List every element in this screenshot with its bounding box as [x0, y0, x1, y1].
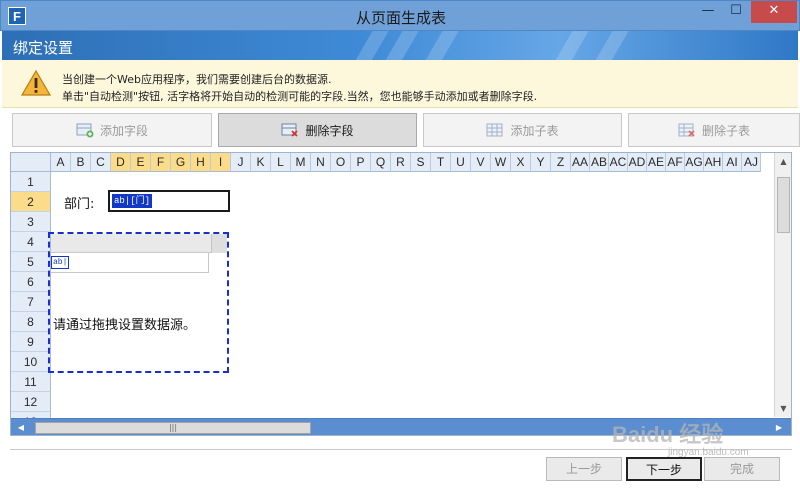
close-button[interactable]: ✕	[751, 1, 797, 23]
add-subtable-label: 添加子表	[510, 123, 559, 138]
row-header[interactable]: 12	[11, 392, 51, 412]
column-header[interactable]: U	[451, 153, 471, 172]
row-header[interactable]: 7	[11, 292, 51, 312]
column-header[interactable]: AE	[647, 153, 666, 172]
column-header[interactable]: B	[71, 153, 91, 172]
column-header[interactable]: R	[391, 153, 411, 172]
column-header[interactable]: Q	[371, 153, 391, 172]
spreadsheet-grid[interactable]: A B C D E F G H I J K L M N O P Q R S T U V W X Y Z AA AB AC AD AE AF AG…	[10, 152, 792, 436]
vertical-scrollbar[interactable]: ▲ ▼	[774, 153, 791, 417]
column-header[interactable]: AF	[666, 153, 685, 172]
toolbar: 添加字段 删除字段 添加子表 删除子表	[0, 113, 800, 149]
column-header[interactable]: AC	[609, 153, 628, 172]
column-header[interactable]: D	[111, 153, 131, 172]
column-header[interactable]: E	[131, 153, 151, 172]
column-header[interactable]: O	[331, 153, 351, 172]
row-header[interactable]: 11	[11, 372, 51, 392]
add-subtable-button[interactable]: 添加子表	[423, 113, 622, 147]
column-header[interactable]: AI	[723, 153, 742, 172]
row-header[interactable]: 1	[11, 172, 51, 192]
watermark-main-text: Baidu 经验	[612, 422, 724, 447]
column-header[interactable]: L	[271, 153, 291, 172]
vertical-scroll-thumb[interactable]	[777, 177, 790, 233]
column-header[interactable]: K	[251, 153, 271, 172]
add-field-button[interactable]: 添加字段	[12, 113, 212, 147]
subtable-drop-region[interactable]	[48, 232, 229, 373]
delete-field-label: 删除字段	[305, 123, 354, 138]
section-header: 绑定设置	[2, 31, 798, 60]
column-header[interactable]: P	[351, 153, 371, 172]
minimize-button[interactable]: —	[694, 1, 722, 23]
finish-button[interactable]: 完成	[704, 457, 780, 481]
scroll-left-arrow-icon[interactable]: ◀	[13, 419, 29, 435]
column-header[interactable]: W	[491, 153, 511, 172]
add-field-label: 添加字段	[99, 123, 148, 138]
column-header[interactable]: M	[291, 153, 311, 172]
row-header[interactable]: 8	[11, 312, 51, 332]
row-header[interactable]: 3	[11, 212, 51, 232]
column-header[interactable]: AJ	[742, 153, 761, 172]
info-panel: 当创建一个Web应用程序，我们需要创建后台的数据源. 单击"自动检测"按钮, 活…	[2, 60, 798, 108]
column-header[interactable]: F	[151, 153, 171, 172]
column-header[interactable]: H	[191, 153, 211, 172]
row-header[interactable]: 9	[11, 332, 51, 352]
maximize-button[interactable]: ☐	[722, 1, 750, 23]
grid-corner[interactable]	[11, 153, 51, 172]
column-header[interactable]: A	[51, 153, 71, 172]
row-header[interactable]: 2	[11, 192, 51, 212]
next-step-button[interactable]: 下一步	[626, 457, 702, 481]
column-header[interactable]: T	[431, 153, 451, 172]
department-label: 部门:	[64, 197, 95, 212]
prev-step-button[interactable]: 上一步	[546, 457, 622, 481]
column-header[interactable]: C	[91, 153, 111, 172]
delete-field-button[interactable]: 删除字段	[218, 113, 417, 147]
column-header[interactable]: AA	[571, 153, 590, 172]
column-header[interactable]: AH	[704, 153, 723, 172]
column-header[interactable]: AB	[590, 153, 609, 172]
horizontal-scroll-thumb[interactable]: |||	[35, 422, 311, 434]
column-header[interactable]: V	[471, 153, 491, 172]
column-header[interactable]: Y	[531, 153, 551, 172]
drag-hint-text: 请通过拖拽设置数据源。	[53, 318, 197, 333]
delete-subtable-label: 删除子表	[701, 123, 750, 138]
add-subtable-icon	[486, 123, 503, 137]
warning-icon	[21, 70, 51, 96]
delete-field-icon	[281, 123, 299, 137]
add-field-icon	[76, 123, 94, 138]
column-header[interactable]: S	[411, 153, 431, 172]
window-titlebar: F 从页面生成表 — ☐ ✕	[0, 0, 800, 31]
column-header[interactable]: N	[311, 153, 331, 172]
column-header[interactable]: AD	[628, 153, 647, 172]
row-header[interactable]: 6	[11, 272, 51, 292]
column-header[interactable]: G	[171, 153, 191, 172]
info-text-line-1: 当创建一个Web应用程序，我们需要创建后台的数据源.	[62, 73, 332, 86]
column-header[interactable]: X	[511, 153, 531, 172]
window-title: 从页面生成表	[355, 9, 446, 27]
column-header[interactable]: I	[211, 153, 231, 172]
row-header[interactable]: 5	[11, 252, 51, 272]
row-header[interactable]: 10	[11, 352, 51, 372]
scroll-up-arrow-icon[interactable]: ▲	[775, 153, 791, 170]
section-title: 绑定设置	[13, 39, 74, 57]
column-header[interactable]: J	[231, 153, 251, 172]
department-field-cell[interactable]: ab|[门]	[108, 190, 230, 212]
column-header[interactable]: Z	[551, 153, 571, 172]
column-header[interactable]: AG	[685, 153, 704, 172]
text-field-chip: ab|[门]	[112, 194, 153, 208]
info-text-line-2: 单击"自动检测"按钮, 活字格将开始自动的检测可能的字段.当然，您也能够手动添加…	[62, 90, 538, 103]
delete-subtable-icon	[678, 123, 695, 137]
row-header[interactable]: 4	[11, 232, 51, 252]
delete-subtable-button[interactable]: 删除子表	[628, 113, 800, 147]
